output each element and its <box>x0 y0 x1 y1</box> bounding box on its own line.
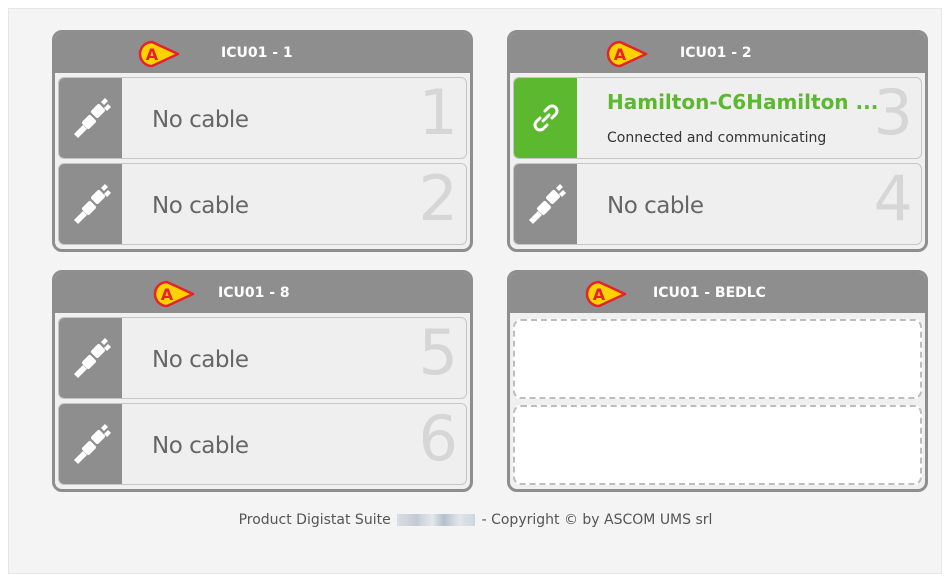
redacted-version <box>397 514 476 526</box>
bed-header: A ICU01 - 2 <box>510 33 925 73</box>
bed-card-icu01-8[interactable]: A ICU01 - 8 No cable 5 No cable 6 <box>52 270 473 492</box>
slot-4[interactable]: No cable 4 <box>513 163 922 245</box>
bed-header: A ICU01 - BEDLC <box>510 273 925 313</box>
slot-number: 2 <box>418 163 458 235</box>
bed-header: A ICU01 - 1 <box>55 33 470 73</box>
badge-a-icon: A <box>606 40 648 68</box>
slot-2[interactable]: No cable 2 <box>58 163 467 245</box>
slot-number: 3 <box>873 77 913 149</box>
bed-title: ICU01 - BEDLC <box>653 285 766 301</box>
slot-label: No cable <box>152 193 249 219</box>
slot-label: No cable <box>607 193 704 219</box>
unplugged-icon <box>59 164 122 244</box>
unplugged-icon <box>59 78 122 158</box>
slot-1[interactable]: No cable 1 <box>58 77 467 159</box>
unplugged-icon <box>59 404 122 484</box>
bed-card-icu01-bedlc[interactable]: A ICU01 - BEDLC <box>507 270 928 492</box>
device-status: Connected and communicating <box>607 130 827 146</box>
empty-slot[interactable] <box>513 319 922 399</box>
svg-text:A: A <box>146 45 159 64</box>
bed-title: ICU01 - 2 <box>680 45 752 61</box>
bed-header: A ICU01 - 8 <box>55 273 470 313</box>
svg-text:A: A <box>593 285 606 304</box>
bed-card-icu01-2[interactable]: A ICU01 - 2 Hamilton-C6Hamilton ... Conn… <box>507 30 928 252</box>
badge-a-icon: A <box>153 280 195 308</box>
footer-product: Product Digistat Suite <box>238 512 391 528</box>
footer-copyright: - Copyright © by ASCOM UMS srl <box>481 512 713 528</box>
footer: Product Digistat Suite - Copyright © by … <box>0 512 951 528</box>
empty-slot[interactable] <box>513 405 922 485</box>
slot-label: No cable <box>152 107 249 133</box>
unplugged-icon <box>514 164 577 244</box>
slot-number: 5 <box>418 317 458 389</box>
slot-number: 4 <box>873 163 913 235</box>
link-icon <box>514 78 577 158</box>
device-name: Hamilton-C6Hamilton ... <box>607 90 879 114</box>
badge-a-icon: A <box>585 280 627 308</box>
slot-number: 6 <box>418 403 458 475</box>
bed-title: ICU01 - 8 <box>218 285 290 301</box>
svg-text:A: A <box>161 285 174 304</box>
slot-label: No cable <box>152 433 249 459</box>
bed-title: ICU01 - 1 <box>221 45 293 61</box>
slot-label: No cable <box>152 347 249 373</box>
unplugged-icon <box>59 318 122 398</box>
badge-a-icon: A <box>138 40 180 68</box>
bed-card-icu01-1[interactable]: A ICU01 - 1 No cable 1 No cable 2 <box>52 30 473 252</box>
slot-number: 1 <box>418 77 458 149</box>
slot-6[interactable]: No cable 6 <box>58 403 467 485</box>
slot-3[interactable]: Hamilton-C6Hamilton ... Connected and co… <box>513 77 922 159</box>
svg-text:A: A <box>614 45 627 64</box>
slot-5[interactable]: No cable 5 <box>58 317 467 399</box>
